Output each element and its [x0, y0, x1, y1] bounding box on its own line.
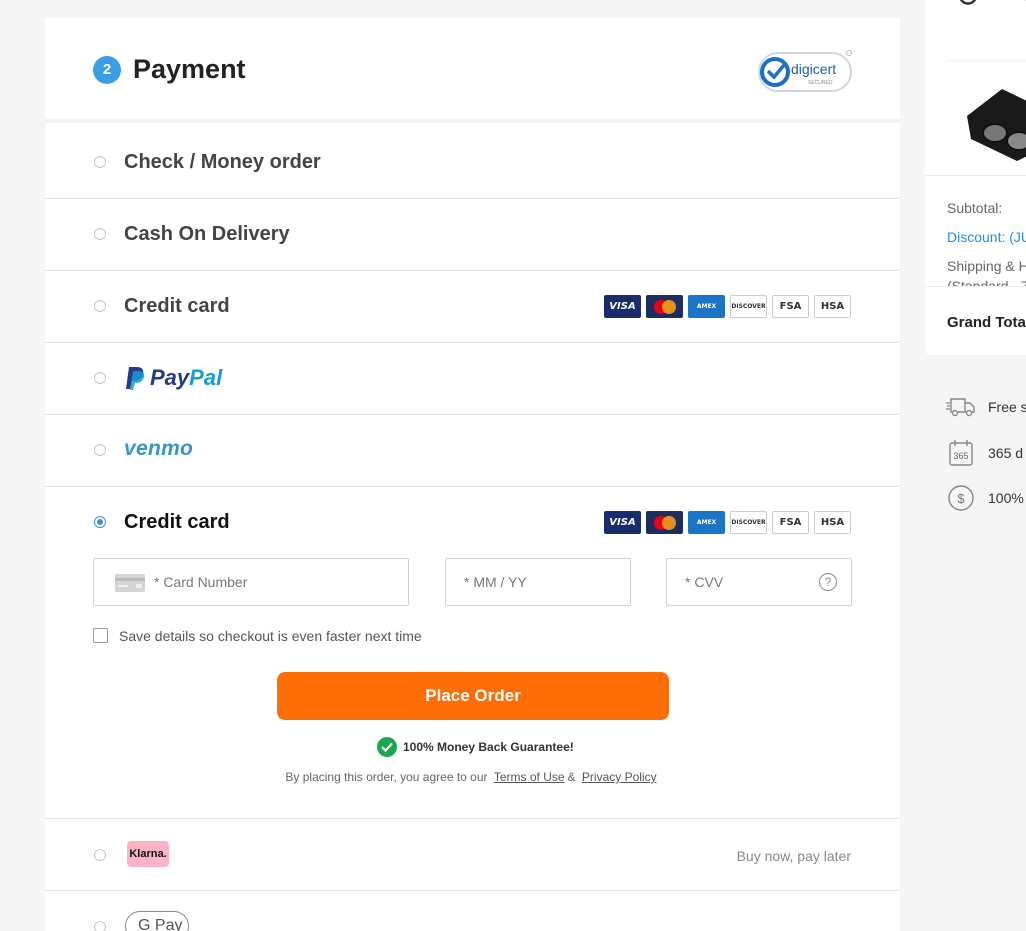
- payment-option-venmo[interactable]: venmo: [45, 415, 900, 487]
- payment-header: 2 Payment digicert SECURED: [45, 18, 900, 123]
- place-order-button[interactable]: Place Order: [277, 672, 669, 720]
- discover-icon: DISCOVER: [730, 511, 767, 534]
- perk-text: 100%: [988, 490, 1024, 506]
- product-thumbnail: [947, 60, 1026, 170]
- terms-of-use-link[interactable]: Terms of Use: [494, 770, 565, 784]
- credit-card-icon: [115, 574, 145, 592]
- svg-text:digicert: digicert: [791, 61, 836, 77]
- visa-icon: VISA: [604, 295, 641, 318]
- radio-credit-card[interactable]: [94, 300, 106, 312]
- visa-icon: VISA: [604, 511, 641, 534]
- paypal-wordmark: PayPal: [150, 365, 223, 390]
- payment-panel: 2 Payment digicert SECURED Check / Money…: [45, 18, 900, 931]
- payment-option-credit-card[interactable]: Credit card VISA AMEX DISCOVER FSA HSA: [45, 271, 900, 343]
- perk-365-day-returns: 365 365 d: [945, 439, 1023, 467]
- product-glasses-top-icon: [959, 0, 1026, 5]
- klarna-tagline: Buy now, pay later: [736, 848, 851, 864]
- klarna-logo: Klarna.: [127, 841, 169, 867]
- terms-amp: &: [567, 770, 576, 784]
- perk-text: Free s: [988, 399, 1026, 415]
- mastercard-icon: [646, 511, 683, 534]
- page-title: Payment: [133, 54, 246, 84]
- privacy-policy-link[interactable]: Privacy Policy: [582, 770, 657, 784]
- divider: [925, 175, 1026, 176]
- payment-option-check[interactable]: Check / Money order: [45, 127, 900, 199]
- card-brand-logos: VISA AMEX DISCOVER FSA HSA: [604, 295, 851, 318]
- hsa-icon: HSA: [814, 295, 851, 318]
- google-pay-logo: G Pay: [125, 911, 189, 931]
- discount-label: Discount: (JU: [947, 229, 1026, 245]
- grand-total-label: Grand Total: [947, 314, 1026, 331]
- perk-free-shipping: Free s: [945, 393, 1026, 421]
- card-number-placeholder: * Card Number: [154, 574, 248, 590]
- digicert-seal-icon: digicert SECURED: [758, 50, 852, 92]
- divider: [925, 286, 1026, 287]
- svg-text:365: 365: [953, 451, 968, 461]
- help-icon[interactable]: ?: [819, 573, 837, 591]
- dollar-icon: $: [945, 484, 976, 512]
- shipping-label: Shipping & H: [947, 258, 1026, 274]
- payment-option-paypal[interactable]: PayPal: [45, 343, 900, 415]
- paypal-icon: [126, 367, 145, 390]
- check-circle-icon: [377, 737, 397, 757]
- svg-text:$: $: [957, 491, 965, 506]
- truck-icon: [945, 393, 976, 421]
- terms-notice: By placing this order, you agree to our …: [45, 770, 900, 784]
- card-brand-logos: VISA AMEX DISCOVER FSA HSA: [604, 511, 851, 534]
- radio-check[interactable]: [94, 156, 106, 168]
- guarantee-text: 100% Money Back Guarantee!: [403, 740, 574, 754]
- perk-text: 365 d: [988, 445, 1024, 461]
- option-label: Cash On Delivery: [124, 223, 290, 245]
- payment-option-gpay[interactable]: G Pay: [45, 891, 900, 931]
- expiry-input[interactable]: * MM / YY: [445, 558, 631, 606]
- perk-money-back: $ 100%: [945, 484, 1024, 512]
- radio-cod[interactable]: [94, 228, 106, 240]
- paypal-logo: PayPal: [124, 365, 222, 391]
- amex-icon: AMEX: [688, 511, 725, 534]
- option-label: Credit card: [124, 511, 230, 533]
- card-number-input[interactable]: * Card Number: [93, 558, 409, 606]
- order-summary: Subtotal: Discount: (JU Shipping & H (St…: [925, 0, 1026, 355]
- payment-option-klarna[interactable]: Klarna. Buy now, pay later: [45, 819, 900, 891]
- venmo-logo: venmo: [124, 437, 194, 460]
- save-details-label: Save details so checkout is even faster …: [119, 628, 422, 644]
- radio-gpay[interactable]: [94, 921, 106, 931]
- calendar-365-icon: 365: [945, 439, 976, 467]
- fsa-icon: FSA: [772, 511, 809, 534]
- save-details-checkbox[interactable]: [93, 628, 108, 643]
- expiry-placeholder: * MM / YY: [464, 574, 527, 590]
- discover-icon: DISCOVER: [730, 295, 767, 318]
- terms-prefix: By placing this order, you agree to our: [285, 770, 488, 784]
- radio-klarna[interactable]: [94, 849, 106, 861]
- fsa-icon: FSA: [772, 295, 809, 318]
- option-label: Check / Money order: [124, 151, 321, 173]
- mastercard-icon: [646, 295, 683, 318]
- cvv-input[interactable]: * CVV ?: [666, 558, 852, 606]
- subtotal-label: Subtotal:: [947, 200, 1003, 216]
- money-back-guarantee: 100% Money Back Guarantee!: [377, 737, 574, 757]
- amex-icon: AMEX: [688, 295, 725, 318]
- radio-venmo[interactable]: [94, 444, 106, 456]
- hsa-icon: HSA: [814, 511, 851, 534]
- cvv-placeholder: * CVV: [685, 574, 724, 590]
- radio-paypal[interactable]: [94, 372, 106, 384]
- option-label: Credit card: [124, 295, 230, 317]
- svg-text:SECURED: SECURED: [808, 80, 833, 86]
- radio-credit-card-selected[interactable]: [94, 516, 106, 528]
- glasses-case-icon: [967, 89, 1026, 161]
- payment-option-cod[interactable]: Cash On Delivery: [45, 199, 900, 271]
- step-badge: 2: [93, 56, 121, 84]
